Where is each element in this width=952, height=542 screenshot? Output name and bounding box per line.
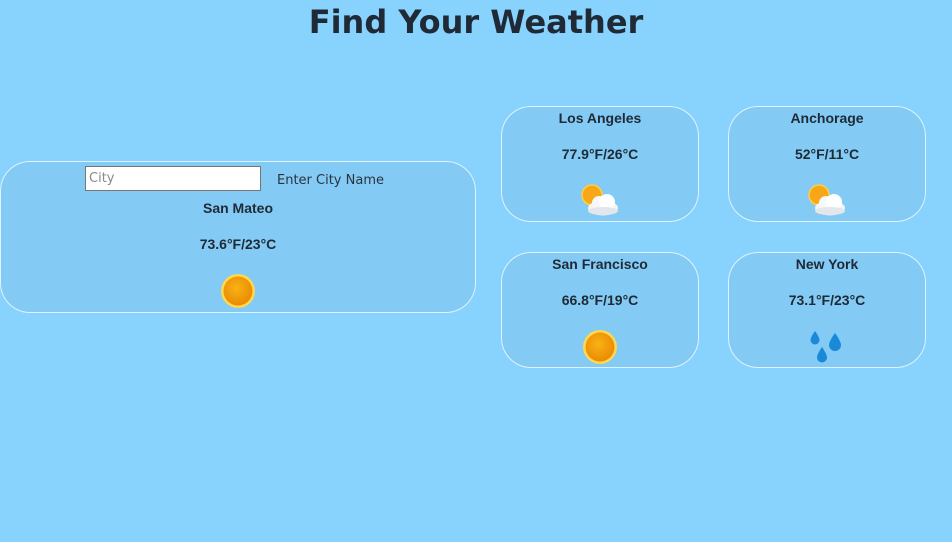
sun-icon bbox=[581, 328, 619, 371]
weather-card-new-york: New York 73.1°F/23°C bbox=[728, 252, 926, 368]
main-city-name: San Mateo bbox=[202, 200, 273, 216]
rain-icon bbox=[809, 331, 845, 370]
temperature: 77.9°F/26°C bbox=[561, 146, 639, 162]
page-title: Find Your Weather bbox=[308, 3, 644, 41]
sun-icon bbox=[219, 272, 257, 315]
temperature: 73.1°F/23°C bbox=[788, 292, 866, 308]
main-temperature: 73.6°F/23°C bbox=[199, 236, 277, 252]
weather-card-anchorage: Anchorage 52°F/11°C bbox=[728, 106, 926, 222]
search-label: Enter City Name bbox=[277, 173, 384, 188]
city-name: New York bbox=[795, 256, 859, 272]
temperature: 52°F/11°C bbox=[794, 146, 860, 162]
main-weather-card: Enter City Name San Mateo 73.6°F/23°C bbox=[0, 161, 476, 313]
city-name: Los Angeles bbox=[558, 110, 642, 126]
temperature: 66.8°F/19°C bbox=[561, 292, 639, 308]
partly-cloudy-icon bbox=[807, 183, 847, 222]
partly-cloudy-icon bbox=[580, 183, 620, 222]
city-name: Anchorage bbox=[790, 110, 864, 126]
city-name: San Francisco bbox=[552, 256, 648, 272]
weather-card-los-angeles: Los Angeles 77.9°F/26°C bbox=[501, 106, 699, 222]
city-search-input[interactable] bbox=[85, 166, 261, 191]
weather-card-san-francisco: San Francisco 66.8°F/19°C bbox=[501, 252, 699, 368]
